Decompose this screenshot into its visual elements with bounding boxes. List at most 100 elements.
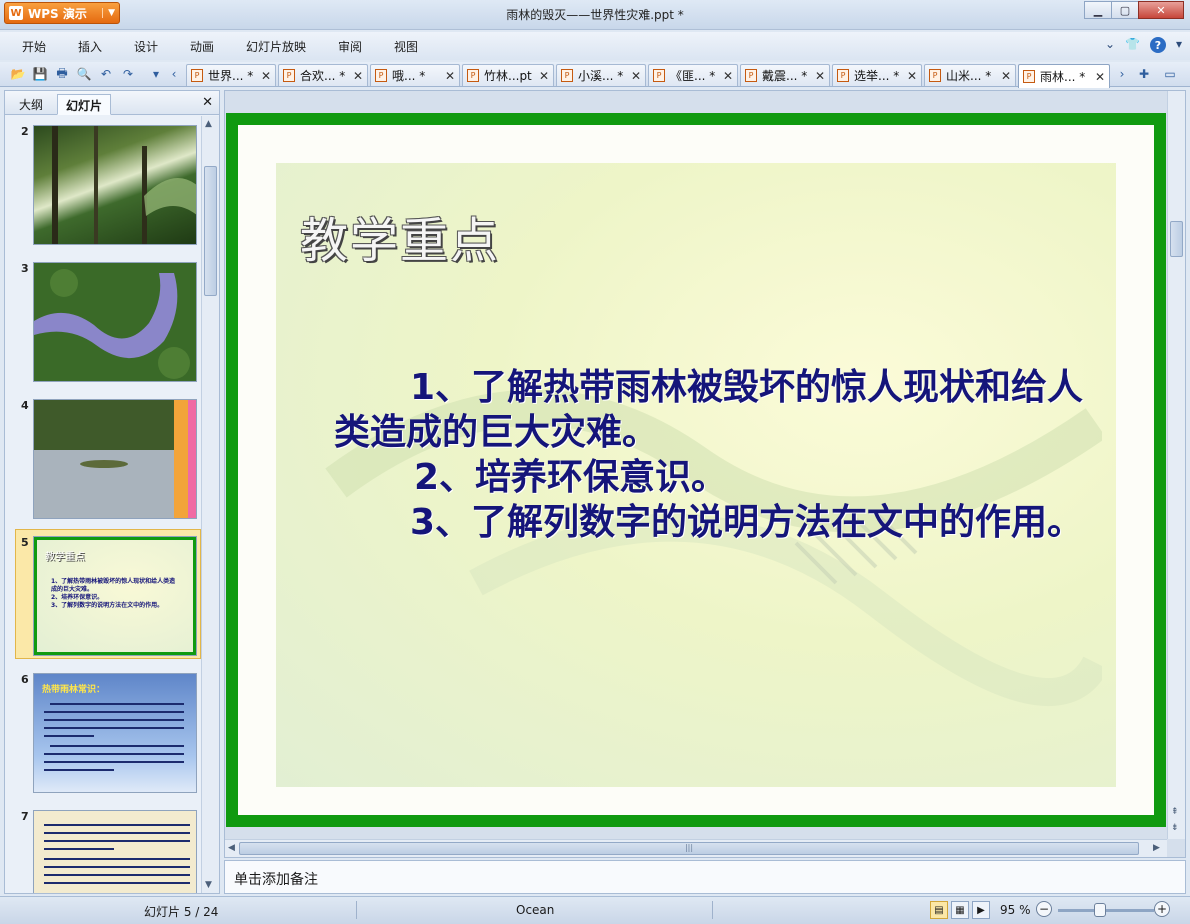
theme-name: Ocean bbox=[516, 903, 555, 917]
close-icon[interactable]: ✕ bbox=[723, 69, 733, 83]
status-bar: 幻灯片 5 / 24 Ocean ▤ ▦ ▶ 95 % − + bbox=[0, 896, 1190, 924]
ppt-file-icon: P bbox=[745, 69, 757, 82]
doc-tab[interactable]: P 竹林...pt ✕ bbox=[462, 64, 554, 86]
tab-outline[interactable]: 大纲 bbox=[11, 94, 51, 115]
menu-design[interactable]: 设计 bbox=[134, 38, 158, 55]
ppt-file-icon: P bbox=[653, 69, 665, 82]
slide-sorter-icon[interactable]: ▦ bbox=[951, 901, 969, 919]
doc-tab[interactable]: P 《匪... * ✕ bbox=[648, 64, 738, 86]
menu-insert[interactable]: 插入 bbox=[78, 38, 102, 55]
tab-slides[interactable]: 幻灯片 bbox=[57, 94, 112, 115]
close-icon[interactable]: ✕ bbox=[631, 69, 641, 83]
close-icon[interactable]: ✕ bbox=[907, 69, 917, 83]
scroll-thumb[interactable]: ||| bbox=[239, 842, 1139, 855]
doc-tab[interactable]: P 山米... * ✕ bbox=[924, 64, 1016, 86]
menu-view[interactable]: 视图 bbox=[394, 38, 418, 55]
tab-scroll-right-icon[interactable]: › bbox=[1114, 66, 1130, 82]
doc-tab[interactable]: P 戴震... * ✕ bbox=[740, 64, 830, 86]
next-slide-icon[interactable]: ⇟ bbox=[1171, 823, 1179, 833]
slideshow-icon[interactable]: ▶ bbox=[972, 901, 990, 919]
help-icon[interactable]: ? bbox=[1149, 37, 1166, 53]
print-icon[interactable]: 🖶 bbox=[54, 66, 70, 82]
pane-tabs: 大纲 幻灯片 ✕ bbox=[5, 91, 219, 115]
editor-vertical-scrollbar[interactable]: ⇞ ⇟ bbox=[1167, 91, 1185, 839]
scroll-thumb[interactable] bbox=[204, 166, 217, 296]
close-icon[interactable]: ✕ bbox=[815, 69, 825, 83]
minimize-button[interactable]: ▁ bbox=[1084, 1, 1112, 19]
thumbnail-title: 热带雨林常识： bbox=[42, 685, 106, 695]
chevron-down-icon[interactable]: ⌄ bbox=[1105, 37, 1115, 53]
notes-pane[interactable]: 单击添加备注 bbox=[224, 860, 1186, 894]
menu-home[interactable]: 开始 bbox=[22, 38, 46, 55]
close-icon[interactable]: ✕ bbox=[261, 69, 271, 83]
more-icon[interactable]: ▾ bbox=[1176, 37, 1182, 53]
close-icon[interactable]: ✕ bbox=[1095, 70, 1105, 84]
tab-list-icon[interactable]: ▭ bbox=[1162, 66, 1178, 82]
menu-slideshow[interactable]: 幻灯片放映 bbox=[246, 38, 306, 55]
scroll-down-icon[interactable]: ▼ bbox=[205, 880, 212, 890]
close-icon[interactable]: ✕ bbox=[445, 69, 455, 83]
thumbnail-number: 4 bbox=[21, 399, 29, 412]
slide-thumbnail[interactable] bbox=[33, 399, 197, 519]
slide-thumbnail[interactable] bbox=[33, 125, 197, 245]
notes-placeholder: 单击添加备注 bbox=[234, 872, 318, 888]
undo-icon[interactable]: ↶ bbox=[98, 66, 114, 82]
doc-tab[interactable]: P 哦... * ✕ bbox=[370, 64, 460, 86]
close-button[interactable]: ✕ bbox=[1138, 1, 1184, 19]
zoom-in-icon[interactable]: + bbox=[1154, 901, 1170, 917]
scroll-left-icon[interactable]: ◀ bbox=[228, 843, 235, 853]
scroll-thumb[interactable] bbox=[1170, 221, 1183, 257]
ppt-file-icon: P bbox=[283, 69, 295, 82]
forest-image bbox=[52, 126, 196, 244]
menu-animation[interactable]: 动画 bbox=[190, 38, 214, 55]
normal-view-icon[interactable]: ▤ bbox=[930, 901, 948, 919]
zoom-level[interactable]: 95 % bbox=[1000, 903, 1031, 917]
doc-tab[interactable]: P 小溪... * ✕ bbox=[556, 64, 646, 86]
maximize-button[interactable]: ▢ bbox=[1111, 1, 1139, 19]
quick-access-and-tabs: 📂 💾 🖶 🔍 ↶ ↷ ▾ ‹ P 世界... * ✕ P 合欢... * ✕ P … bbox=[0, 62, 1190, 88]
ppt-file-icon: P bbox=[561, 69, 573, 82]
slide-editor: 教学重点 1、了解热带雨林被毁坏的惊人现状和给人类造成的巨大灾难。 2、培养环保… bbox=[224, 90, 1186, 858]
open-folder-icon[interactable]: 📂 bbox=[10, 66, 26, 82]
redo-icon[interactable]: ↷ bbox=[120, 66, 136, 82]
thumbnail-number: 2 bbox=[21, 125, 29, 138]
slide-thumbnail[interactable] bbox=[33, 262, 197, 382]
slide-counter: 幻灯片 5 / 24 bbox=[144, 905, 219, 919]
skin-icon[interactable]: 👕 bbox=[1125, 37, 1140, 53]
tab-scroll-left-icon[interactable]: ‹ bbox=[166, 66, 182, 82]
close-icon[interactable]: ✕ bbox=[539, 69, 549, 83]
thumbnail-text-lines bbox=[44, 824, 190, 884]
doc-tab[interactable]: P 世界... * ✕ bbox=[186, 64, 276, 86]
print-preview-icon[interactable]: 🔍 bbox=[76, 66, 92, 82]
save-icon[interactable]: 💾 bbox=[32, 66, 48, 82]
menu-review[interactable]: 审阅 bbox=[338, 38, 362, 55]
chevron-down-icon[interactable]: ▾ bbox=[148, 66, 164, 82]
doc-tab-active[interactable]: P 雨林... * ✕ bbox=[1018, 64, 1110, 88]
scroll-up-icon[interactable]: ▲ bbox=[205, 119, 212, 129]
title-bar: W WPS 演示 ▼ 雨林的毁灭——世界性灾难.ppt * ▁ ▢ ✕ bbox=[0, 0, 1190, 30]
slide-body-text[interactable]: 1、了解热带雨林被毁坏的惊人现状和给人类造成的巨大灾难。 2、培养环保意识。 3… bbox=[334, 365, 1094, 545]
zoom-out-icon[interactable]: − bbox=[1036, 901, 1052, 917]
slide-canvas[interactable]: 教学重点 1、了解热带雨林被毁坏的惊人现状和给人类造成的巨大灾难。 2、培养环保… bbox=[226, 113, 1166, 827]
slide-thumbnail-selected[interactable]: 教学重点 1、了解热带雨林被毁坏的惊人现状和给人类造成的巨大灾难。 2、培养环保… bbox=[33, 536, 197, 656]
slide-thumbnail[interactable] bbox=[33, 810, 197, 893]
slide-title[interactable]: 教学重点 bbox=[300, 201, 500, 271]
previous-slide-icon[interactable]: ⇞ bbox=[1171, 807, 1179, 817]
zoom-slider[interactable] bbox=[1058, 909, 1154, 912]
doc-tab[interactable]: P 合欢... * ✕ bbox=[278, 64, 368, 86]
close-icon[interactable]: ✕ bbox=[202, 95, 213, 110]
thumbnail-list[interactable]: 2 3 4 5 教学重点 1、了解热带雨林被毁坏的惊人现状和给人类造成的巨大灾难… bbox=[5, 116, 201, 893]
thumbnail-scrollbar[interactable]: ▲ ▼ bbox=[201, 116, 219, 893]
menu-bar: 开始 插入 设计 动画 幻灯片放映 审阅 视图 ⌄ 👕 ? ▾ bbox=[0, 32, 1190, 60]
slide-thumbnail[interactable]: 热带雨林常识： bbox=[33, 673, 197, 793]
zoom-slider-knob[interactable] bbox=[1094, 903, 1106, 917]
ppt-file-icon: P bbox=[191, 69, 203, 82]
window-controls: ▁ ▢ ✕ bbox=[1084, 1, 1184, 19]
thumbnail-title: 教学重点 bbox=[45, 552, 85, 563]
new-tab-icon[interactable]: ✚ bbox=[1136, 66, 1152, 82]
close-icon[interactable]: ✕ bbox=[353, 69, 363, 83]
doc-tab[interactable]: P 选举... * ✕ bbox=[832, 64, 922, 86]
scroll-right-icon[interactable]: ▶ bbox=[1153, 843, 1160, 853]
close-icon[interactable]: ✕ bbox=[1001, 69, 1011, 83]
editor-horizontal-scrollbar[interactable]: ◀ ||| ▶ bbox=[225, 839, 1167, 857]
